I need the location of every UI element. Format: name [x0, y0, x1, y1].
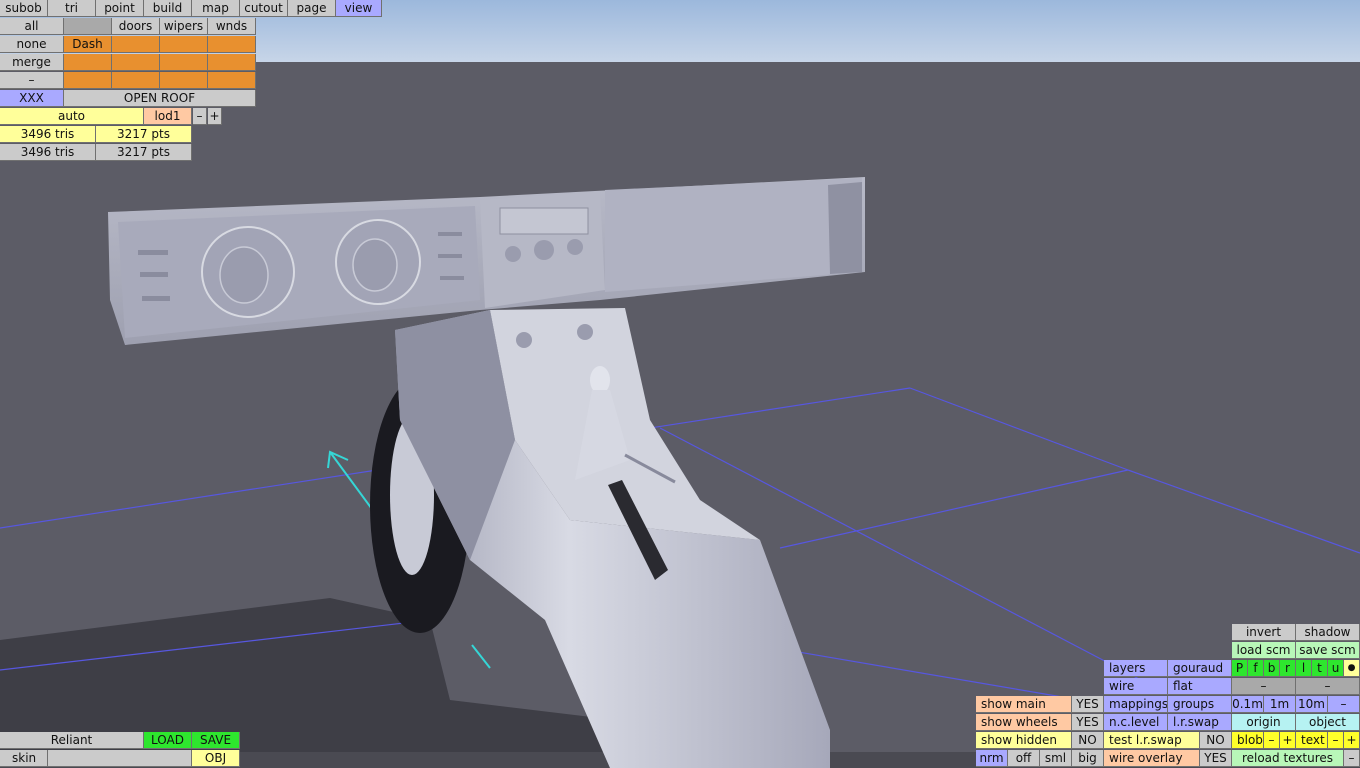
reload-textures-button[interactable]: reload textures	[1232, 750, 1344, 767]
menu-view[interactable]: view	[336, 0, 382, 17]
test-lr-swap-value[interactable]: NO	[1200, 732, 1232, 749]
view-p-button[interactable]: P	[1232, 660, 1248, 677]
invert-button[interactable]: invert	[1232, 624, 1296, 641]
show-hidden-value[interactable]: NO	[1072, 732, 1104, 749]
view-l-button[interactable]: l	[1296, 660, 1312, 677]
xxx-button[interactable]: XXX	[0, 90, 64, 107]
text-minus-button[interactable]: –	[1328, 732, 1344, 749]
test-lr-swap-button[interactable]: test l.r.swap	[1104, 732, 1200, 749]
menu-cutout[interactable]: cutout	[240, 0, 288, 17]
part-dash-selected[interactable]: Dash	[64, 36, 112, 53]
save-scm-button[interactable]: save scm	[1296, 642, 1360, 659]
menu-tri[interactable]: tri	[48, 0, 96, 17]
part-slot[interactable]	[160, 72, 208, 89]
part-slot[interactable]	[64, 72, 112, 89]
text-plus-button[interactable]: +	[1344, 732, 1360, 749]
obj-button[interactable]: OBJ	[192, 750, 240, 767]
wire-overlay-button[interactable]: wire overlay	[1104, 750, 1200, 767]
option-minus-button[interactable]: –	[1232, 678, 1296, 695]
show-hidden-label[interactable]: show hidden	[976, 732, 1072, 749]
size-off-button[interactable]: off	[1008, 750, 1040, 767]
reload-minus-button[interactable]: –	[1344, 750, 1360, 767]
car-name-field[interactable]: Reliant	[0, 732, 144, 749]
wire-button[interactable]: wire	[1104, 678, 1168, 695]
size-big-button[interactable]: big	[1072, 750, 1104, 767]
view-u-button[interactable]: u	[1328, 660, 1344, 677]
skin-field[interactable]	[48, 750, 192, 767]
origin-button[interactable]: origin	[1232, 714, 1296, 731]
part-slot[interactable]	[160, 36, 208, 53]
load-button[interactable]: LOAD	[144, 732, 192, 749]
menu-build[interactable]: build	[144, 0, 192, 17]
show-main-label[interactable]: show main	[976, 696, 1072, 713]
part-slot[interactable]	[208, 36, 256, 53]
part-all-button[interactable]: all	[0, 18, 64, 35]
part-slot[interactable]	[112, 72, 160, 89]
pts-count: 3217 pts	[96, 126, 192, 143]
part-doors-button[interactable]: doors	[112, 18, 160, 35]
menu-map[interactable]: map	[192, 0, 240, 17]
load-scm-button[interactable]: load scm	[1232, 642, 1296, 659]
tris-count: 3496 tris	[0, 126, 96, 143]
groups-button[interactable]: groups	[1168, 696, 1232, 713]
layers-button[interactable]: layers	[1104, 660, 1168, 677]
part-slot[interactable]	[64, 54, 112, 71]
menu-point[interactable]: point	[96, 0, 144, 17]
blob-button[interactable]: blob	[1232, 732, 1264, 749]
part-merge-button[interactable]: merge	[0, 54, 64, 71]
tris-count-total: 3496 tris	[0, 144, 96, 161]
gouraud-button[interactable]: gouraud	[1168, 660, 1232, 677]
blob-plus-button[interactable]: +	[1280, 732, 1296, 749]
show-main-value[interactable]: YES	[1072, 696, 1104, 713]
part-wnds-button[interactable]: wnds	[208, 18, 256, 35]
mappings-button[interactable]: mappings	[1104, 696, 1168, 713]
part-wipers-button[interactable]: wipers	[160, 18, 208, 35]
option-minus-button-2[interactable]: –	[1296, 678, 1360, 695]
nc-level-button[interactable]: n.c.level	[1104, 714, 1168, 731]
view-t-button[interactable]: t	[1312, 660, 1328, 677]
view-dot-button[interactable]: ●	[1344, 660, 1360, 677]
view-r-button[interactable]: r	[1280, 660, 1296, 677]
scale-1m-button[interactable]: 1m	[1264, 696, 1296, 713]
size-sml-button[interactable]: sml	[1040, 750, 1072, 767]
open-roof-button[interactable]: OPEN ROOF	[64, 90, 256, 107]
part-slot[interactable]	[208, 54, 256, 71]
object-button[interactable]: object	[1296, 714, 1360, 731]
part-slot[interactable]	[208, 72, 256, 89]
lod-level-button[interactable]: lod1	[144, 108, 192, 125]
text-button[interactable]: text	[1296, 732, 1328, 749]
blob-minus-button[interactable]: –	[1264, 732, 1280, 749]
part-slot[interactable]	[112, 54, 160, 71]
wire-overlay-value[interactable]: YES	[1200, 750, 1232, 767]
part-slot[interactable]	[112, 36, 160, 53]
flat-button[interactable]: flat	[1168, 678, 1232, 695]
lod-plus-button[interactable]: +	[208, 108, 222, 125]
scale-10m-button[interactable]: 10m	[1296, 696, 1328, 713]
shadow-button[interactable]: shadow	[1296, 624, 1360, 641]
lod-auto-button[interactable]: auto	[0, 108, 144, 125]
size-nrm-button[interactable]: nrm	[976, 750, 1008, 767]
part-slot[interactable]	[160, 54, 208, 71]
scale-0-1m-button[interactable]: 0.1m	[1232, 696, 1264, 713]
part-none-button[interactable]: none	[0, 36, 64, 53]
part-blank-button[interactable]	[64, 18, 112, 35]
skin-label: skin	[0, 750, 48, 767]
scale-minus-button[interactable]: –	[1328, 696, 1360, 713]
menu-page[interactable]: page	[288, 0, 336, 17]
menu-subob[interactable]: subob	[0, 0, 48, 17]
lod-minus-button[interactable]: –	[193, 108, 207, 125]
part-minus-button[interactable]: –	[0, 72, 64, 89]
lr-swap-button[interactable]: l.r.swap	[1168, 714, 1232, 731]
save-button[interactable]: SAVE	[192, 732, 240, 749]
show-wheels-label[interactable]: show wheels	[976, 714, 1072, 731]
view-b-button[interactable]: b	[1264, 660, 1280, 677]
show-wheels-value[interactable]: YES	[1072, 714, 1104, 731]
view-f-button[interactable]: f	[1248, 660, 1264, 677]
pts-count-total: 3217 pts	[96, 144, 192, 161]
